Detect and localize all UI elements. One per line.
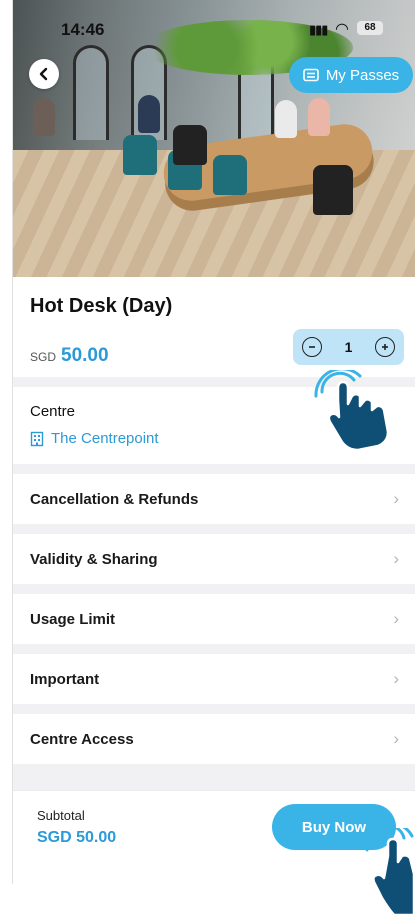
wifi-icon: ◠: [335, 21, 349, 38]
tap-hand-icon: [314, 370, 390, 452]
status-time: 14:46: [61, 20, 105, 39]
plus-icon: [381, 344, 388, 350]
subtotal-value: SGD 50.00: [37, 829, 117, 846]
back-button[interactable]: [29, 59, 59, 89]
my-passes-label: My Passes: [325, 66, 400, 84]
row-label: Cancellation & Refunds: [30, 490, 199, 508]
checkout-bar: Subtotal SGD 50.00 Buy Now: [13, 790, 415, 884]
chevron-right-icon: ›: [393, 609, 399, 628]
pass-card-icon: [303, 68, 319, 82]
row-validity-sharing[interactable]: Validity & Sharing ›: [13, 534, 415, 584]
centre-link[interactable]: The Centrepoint: [30, 430, 159, 447]
chevron-left-icon: [39, 67, 48, 81]
row-centre-access[interactable]: Centre Access ›: [13, 714, 415, 764]
quantity-stepper: 1: [293, 329, 404, 365]
decrement-button[interactable]: [302, 337, 322, 357]
minus-icon: [309, 346, 315, 348]
row-label: Important: [30, 670, 100, 688]
row-usage-limit[interactable]: Usage Limit ›: [13, 594, 415, 644]
centre-label: Centre: [30, 403, 76, 420]
chevron-right-icon: ›: [393, 729, 399, 748]
quantity-value: 1: [344, 339, 353, 355]
chevron-right-icon: ›: [393, 549, 399, 568]
row-label: Validity & Sharing: [30, 550, 158, 568]
price-amount: 50.00: [61, 345, 109, 366]
product-price: SGD 50.00: [30, 345, 109, 367]
chevron-right-icon: ›: [393, 489, 399, 508]
chevron-right-icon: ›: [393, 669, 399, 688]
row-label: Centre Access: [30, 730, 134, 748]
centre-name: The Centrepoint: [51, 430, 159, 447]
signal-icon: ▮▮▮: [309, 22, 328, 37]
battery-icon: 68: [357, 21, 383, 35]
row-label: Usage Limit: [30, 610, 116, 628]
tap-hand-icon: [365, 828, 415, 915]
building-icon: [30, 431, 44, 446]
row-important[interactable]: Important ›: [13, 654, 415, 704]
subtotal-label: Subtotal: [37, 808, 85, 823]
status-bar: 14:46 ▮▮▮ ◠ 68: [13, 0, 415, 58]
product-title: Hot Desk (Day): [30, 295, 173, 317]
price-currency: SGD: [30, 350, 57, 364]
row-cancellation-refunds[interactable]: Cancellation & Refunds ›: [13, 474, 415, 524]
my-passes-button[interactable]: My Passes: [289, 57, 413, 93]
increment-button[interactable]: [374, 337, 395, 357]
product-header: Hot Desk (Day) SGD 50.00 1: [13, 277, 415, 377]
